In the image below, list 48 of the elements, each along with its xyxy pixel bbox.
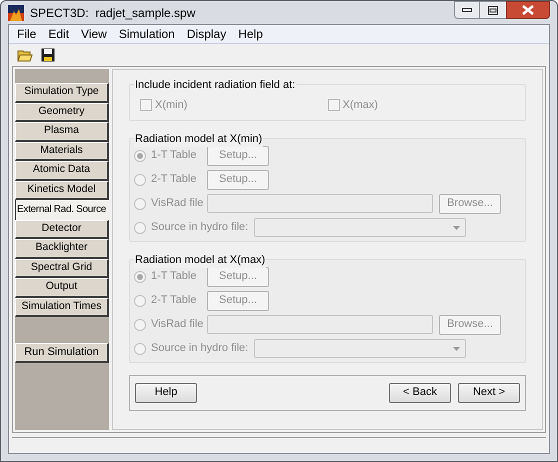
run-simulation-button[interactable]: Run Simulation — [15, 343, 109, 363]
menu-item[interactable]: File — [11, 25, 42, 43]
close-icon — [522, 5, 534, 15]
sidebar-item[interactable]: Simulation Times — [15, 298, 109, 317]
checkbox-label: X(max) — [342, 98, 378, 113]
checkbox-label: X(min) — [155, 98, 188, 113]
dropdown-arrow-icon — [453, 226, 460, 230]
menu-item[interactable]: Edit — [42, 25, 76, 43]
file-path-field[interactable] — [207, 194, 433, 213]
dropdown[interactable] — [254, 339, 466, 358]
sidebar-item[interactable]: Plasma — [15, 122, 109, 142]
file-path-field[interactable] — [207, 315, 433, 334]
window-title: SPECT3D: radjet_sample.spw — [30, 4, 196, 22]
back-button[interactable]: < Back — [389, 382, 451, 402]
sidebar-item[interactable]: Spectral Grid — [15, 258, 109, 278]
menu-item[interactable]: Simulation — [112, 25, 181, 43]
dropdown[interactable] — [254, 218, 466, 237]
menu-item[interactable]: View — [75, 25, 113, 43]
dropdown-arrow-icon — [453, 346, 460, 350]
sidebar-item[interactable]: External Rad. Source — [15, 200, 109, 220]
radio-label: 2-T Table — [151, 172, 198, 188]
sidebar-item[interactable]: Simulation Type — [15, 83, 109, 102]
app-icon — [8, 4, 24, 20]
radio-label: 1-T Table — [151, 269, 198, 284]
maximize-button[interactable] — [480, 1, 506, 19]
maximize-icon — [488, 6, 498, 14]
sidebar-item[interactable]: Output — [15, 278, 109, 298]
save-icon[interactable] — [41, 48, 55, 62]
radio-label: 2-T Table — [151, 293, 198, 308]
sidebar-item[interactable]: Detector — [15, 220, 109, 239]
sidebar-item[interactable]: Atomic Data — [15, 161, 109, 180]
minimize-icon — [462, 8, 472, 12]
menu-item[interactable]: Display — [180, 25, 232, 43]
radio-label: VisRad file — [151, 317, 204, 332]
next-button[interactable]: Next > — [458, 382, 520, 402]
radio-label: Source in hydro file: — [151, 220, 248, 236]
menu-item[interactable]: Help — [232, 25, 269, 43]
sidebar-item[interactable]: Materials — [15, 142, 109, 161]
sidebar-item[interactable]: Geometry — [15, 102, 109, 122]
sidebar-item[interactable]: Backlighter — [15, 239, 109, 258]
close-button[interactable] — [506, 1, 550, 19]
radio-label: 1-T Table — [151, 148, 198, 164]
minimize-button[interactable] — [454, 1, 480, 19]
help-button[interactable]: Help — [135, 382, 197, 402]
radio-label: VisRad file — [151, 196, 204, 212]
radio-label: Source in hydro file: — [151, 341, 248, 356]
sidebar-item[interactable]: Kinetics Model — [15, 180, 109, 200]
open-folder-icon[interactable] — [17, 48, 33, 62]
